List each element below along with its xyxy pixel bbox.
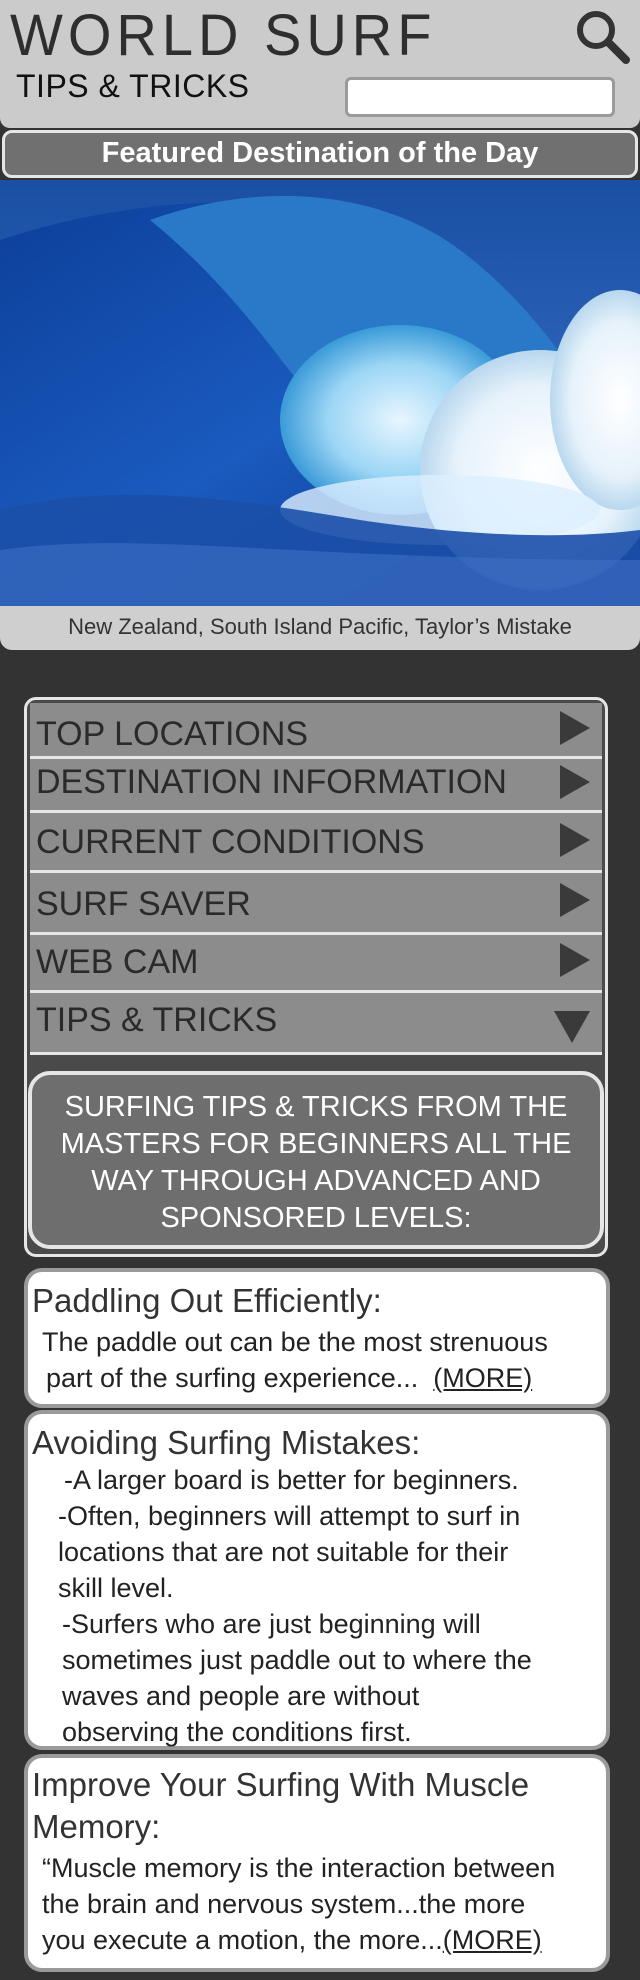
menu-item-label: TIPS & TRICKS (36, 1001, 278, 1039)
site-header: WORLD SURF TIPS & TRICKS (0, 0, 640, 128)
tips-intro: SURFING TIPS & TRICKS FROM THE MASTERS F… (28, 1071, 604, 1249)
tip-card-line: the brain and nervous system...the more (42, 1889, 526, 1919)
tip-card-title-line: Improve Your Surfing With Muscle (32, 1766, 530, 1803)
tip-card-body: The paddle out can be the most strenuous… (42, 1324, 548, 1396)
tip-card-line: -Surfers who are just beginning will (62, 1609, 481, 1639)
tip-card-body: “Muscle memory is the interaction betwee… (42, 1850, 555, 1958)
tips-intro-line: SPONSORED LEVELS: (160, 1202, 472, 1234)
tip-card-muscle-memory: Improve Your Surfing With Muscle Memory:… (24, 1754, 610, 1972)
more-link[interactable]: (MORE) (433, 1363, 532, 1393)
arrow-right-icon (560, 823, 590, 857)
arrow-right-icon (560, 711, 590, 745)
menu-item-current-conditions[interactable]: CURRENT CONDITIONS (30, 813, 602, 873)
featured-wave-image (0, 180, 640, 606)
site-subtitle: TIPS & TRICKS (16, 68, 250, 104)
menu-item-surf-saver[interactable]: SURF SAVER (30, 873, 602, 935)
menu-item-web-cam[interactable]: WEB CAM (30, 935, 602, 993)
tip-card-line: The paddle out can be the most strenuous (42, 1327, 548, 1357)
tip-card-body: -A larger board is better for beginners.… (58, 1462, 532, 1750)
arrow-right-icon (560, 765, 590, 799)
tips-intro-line: SURFING TIPS & TRICKS FROM THE (64, 1091, 568, 1123)
menu-item-label: TOP LOCATIONS (36, 715, 309, 753)
tip-card-line: -Often, beginners will attempt to surf i… (58, 1501, 521, 1531)
tip-card-title: Paddling Out Efficiently: (32, 1282, 382, 1319)
tip-card-line-text: you execute a motion, the more... (42, 1925, 443, 1955)
tip-card-line: sometimes just paddle out to where the (62, 1645, 532, 1675)
more-link[interactable]: (MORE) (443, 1925, 542, 1955)
tip-card-mistakes: Avoiding Surfing Mistakes: -A larger boa… (24, 1410, 610, 1750)
search-input[interactable] (345, 77, 615, 117)
menu-item-label: WEB CAM (36, 943, 199, 981)
menu-item-label: DESTINATION INFORMATION (36, 763, 507, 801)
tip-card-line: “Muscle memory is the interaction betwee… (42, 1853, 556, 1883)
tip-card-title: Avoiding Surfing Mistakes: (32, 1424, 421, 1461)
tip-card-paddling: Paddling Out Efficiently: The paddle out… (24, 1268, 610, 1408)
menu-item-label: CURRENT CONDITIONS (36, 823, 425, 861)
menu-item-top-locations[interactable]: TOP LOCATIONS (30, 703, 602, 759)
tip-card-line-text: part of the surfing experience... (46, 1363, 434, 1393)
tip-card-line: skill level. (58, 1573, 174, 1603)
tip-card-line: observing the conditions first. (62, 1717, 412, 1747)
tips-intro-line: MASTERS FOR BEGINNERS ALL THE (60, 1128, 572, 1160)
menu-item-tips-and-tricks[interactable]: TIPS & TRICKS (30, 993, 602, 1055)
featured-caption: New Zealand, South Island Pacific, Taylo… (0, 606, 640, 650)
menu-item-label: SURF SAVER (36, 885, 251, 923)
tip-card-line: locations that are not suitable for thei… (58, 1537, 509, 1567)
menu-item-destination-information[interactable]: DESTINATION INFORMATION (30, 759, 602, 813)
arrow-down-icon (554, 1011, 590, 1043)
featured-heading: Featured Destination of the Day (2, 130, 638, 178)
tip-card-line: -A larger board is better for beginners. (64, 1465, 519, 1495)
site-title: WORLD SURF (10, 1, 437, 68)
arrow-right-icon (560, 883, 590, 917)
tip-card-line: waves and people are without (62, 1681, 420, 1711)
tips-intro-line: WAY THROUGH ADVANCED AND (91, 1165, 541, 1197)
tip-card-line: part of the surfing experience... (MORE) (42, 1360, 548, 1396)
search-icon[interactable] (572, 6, 632, 66)
arrow-right-icon (560, 943, 590, 977)
tip-card-line: you execute a motion, the more...(MORE) (42, 1922, 555, 1958)
tip-card-title-line: Memory: (32, 1808, 161, 1845)
tip-card-title: Improve Your Surfing With Muscle Memory: (32, 1764, 529, 1848)
